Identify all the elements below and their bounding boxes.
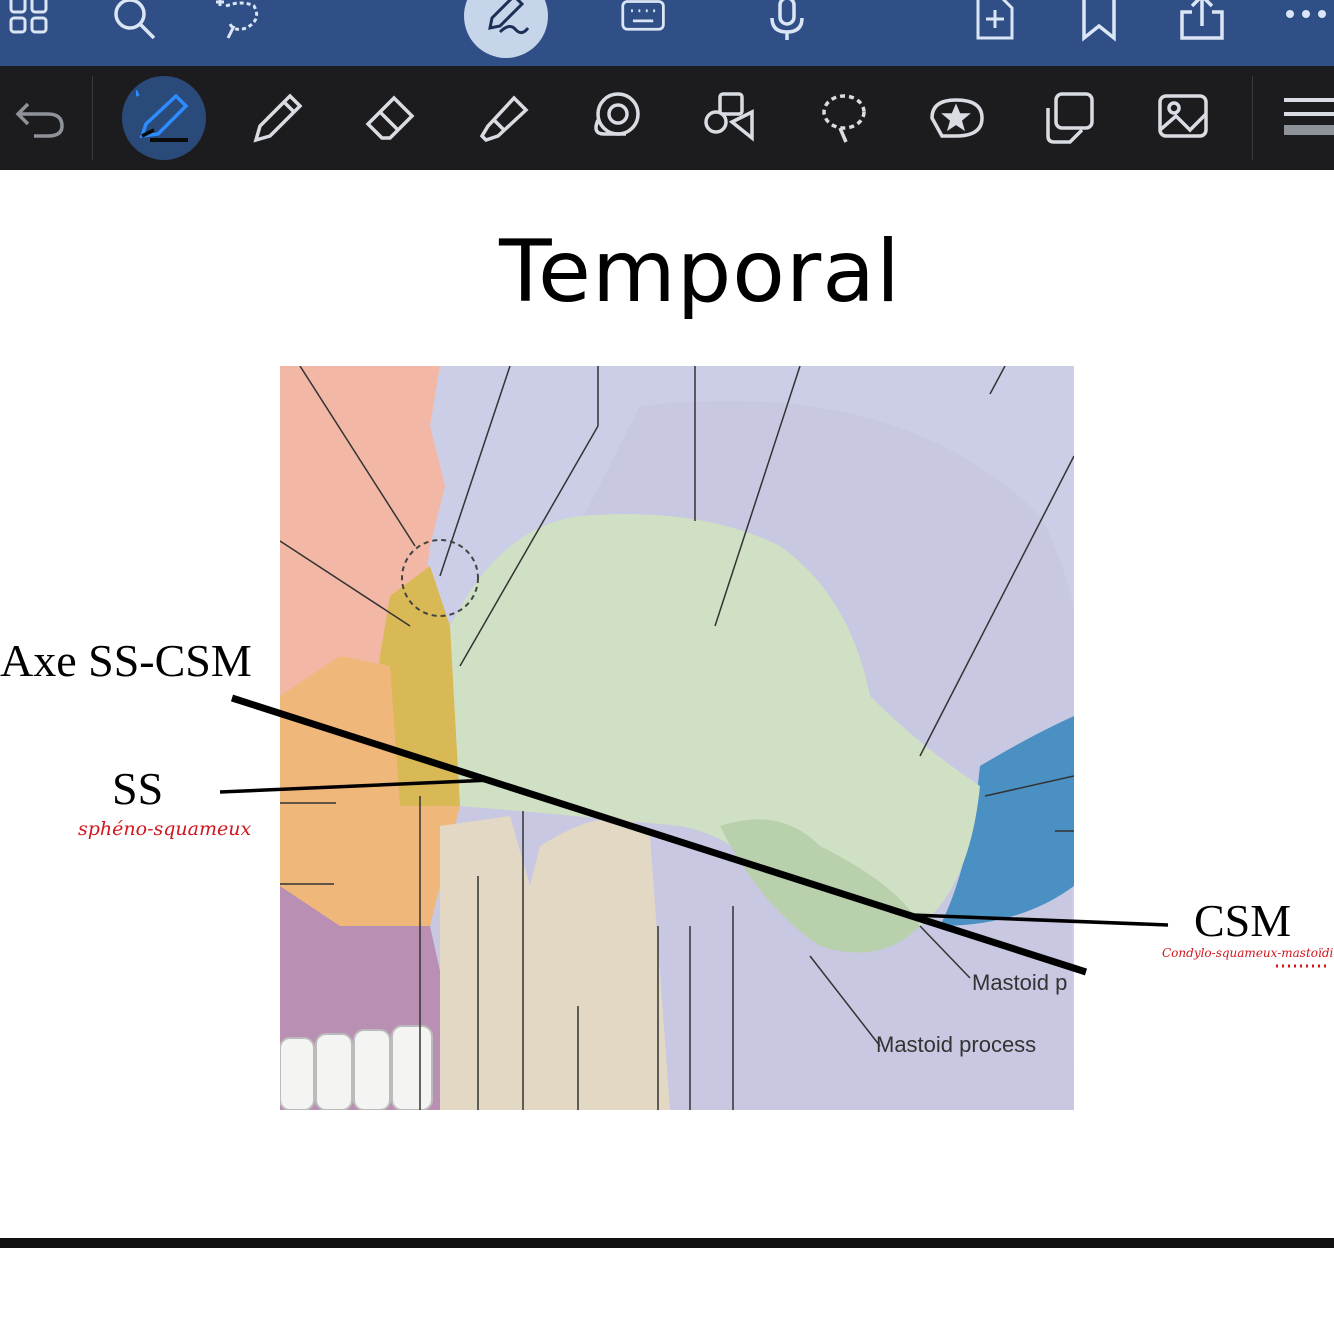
microphone-icon[interactable] [764, 0, 812, 44]
highlighter-icon[interactable] [476, 90, 532, 146]
next-page[interactable] [0, 1248, 1334, 1334]
image-icon[interactable] [1156, 90, 1212, 146]
keyboard-icon[interactable] [620, 0, 668, 44]
grid-icon[interactable] [8, 0, 56, 44]
csm-note: Condylo-squameux-mastoïdien [1162, 946, 1334, 960]
lasso-add-icon[interactable] [212, 0, 260, 44]
csm-label: CSM [1194, 895, 1292, 946]
search-icon[interactable] [110, 0, 158, 44]
spiral-shape-icon[interactable] [588, 90, 644, 146]
menu-icon[interactable] [1278, 90, 1334, 146]
share-icon[interactable] [1178, 0, 1226, 44]
sticky-note-icon[interactable] [1042, 90, 1098, 146]
pencil-icon[interactable] [250, 90, 306, 146]
ss-note: sphéno-squameux [78, 818, 252, 840]
add-page-icon[interactable] [972, 0, 1020, 44]
more-icon[interactable] [1284, 0, 1332, 44]
ink-overlay [219, 694, 1330, 976]
fountain-pen-icon[interactable] [132, 87, 192, 146]
notebook-page[interactable]: Temporal Mastoid p Mastoid process Axe S… [0, 170, 1334, 1238]
undo-icon[interactable] [12, 90, 68, 146]
page-divider [0, 1238, 1334, 1248]
shapes-icon[interactable] [702, 90, 758, 146]
axis-label: Axe SS-CSM [0, 635, 252, 686]
lasso-icon[interactable] [816, 90, 872, 146]
top-navigation-bar [0, 0, 1334, 66]
pen-signature-icon[interactable] [482, 0, 530, 40]
bookmark-icon[interactable] [1076, 0, 1124, 44]
tool-bar [0, 66, 1334, 170]
ss-label: SS [112, 763, 164, 814]
eraser-icon[interactable] [362, 90, 418, 146]
sticker-star-icon[interactable] [928, 90, 984, 146]
